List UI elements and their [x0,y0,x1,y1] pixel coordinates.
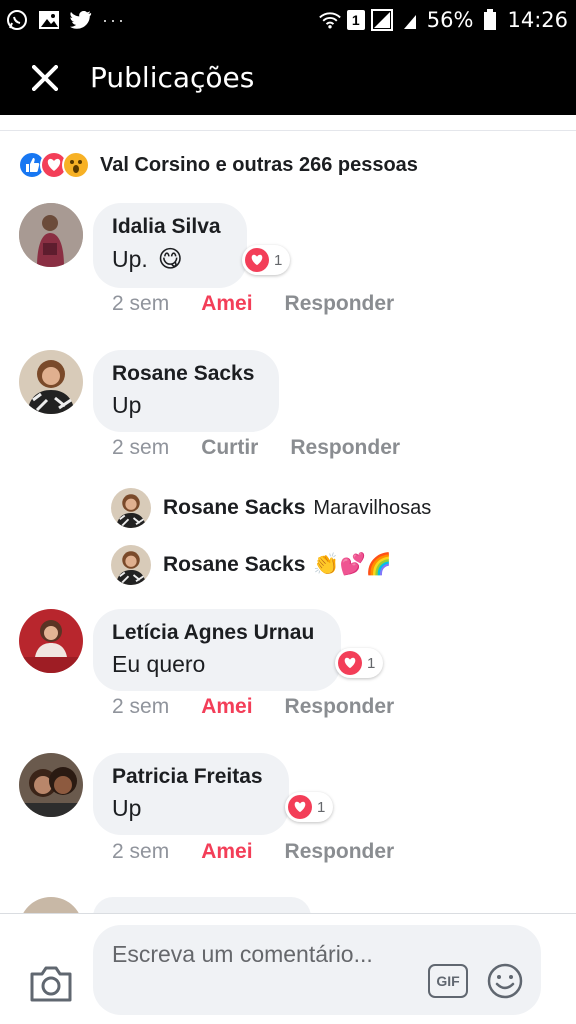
comment-reaction-badge[interactable]: 1 [242,245,291,275]
reaction-button[interactable]: Amei [201,292,252,316]
reply-author[interactable]: Rosane Sacks [163,553,305,577]
comment-composer: GIF [0,913,576,1024]
reply-author[interactable]: Rosane Sacks [163,496,305,520]
sim-badge-icon: 1 [346,10,365,30]
reply-item[interactable]: Rosane Sacks Maravilhosas [111,488,431,528]
clock: 14:26 [507,8,568,32]
comment-text: Eu quero [112,651,206,677]
emoji-button[interactable] [486,962,524,1000]
battery-percent: 56% [426,8,474,32]
comment-time: 2 sem [112,436,170,459]
reactions-summary[interactable]: Val Corsino e outras 266 pessoas [18,148,418,182]
avatar[interactable] [19,609,83,673]
comment-author[interactable]: Letícia Agnes Urnau [112,621,321,645]
comment-time: 2 sem [112,840,170,863]
wow-icon [62,151,90,179]
comment-author[interactable]: Patricia Freitas [112,765,269,789]
reply-text: Maravilhosas [313,496,432,519]
camera-icon [30,966,72,1002]
more-notifications-icon: ··· [102,9,126,30]
divider [0,130,576,131]
reaction-count: 1 [367,654,376,672]
camera-button[interactable] [28,964,74,1004]
sim-number: 1 [351,12,360,28]
reply-button[interactable]: Responder [285,840,395,864]
avatar[interactable] [111,488,151,528]
avatar[interactable] [19,350,83,414]
comment-input[interactable] [112,939,412,1005]
reply-button[interactable]: Responder [285,292,395,316]
comment-text: Up. [112,246,148,272]
love-icon [288,795,312,819]
gif-label: GIF [436,973,460,989]
comment-reaction-badge[interactable]: 1 [335,648,384,678]
reply-emoji: 👏💕🌈 [313,553,392,576]
comment-bubble[interactable]: Idalia Silva Up. 😋 [93,203,247,288]
reply-item[interactable]: Rosane Sacks 👏💕🌈 [111,545,392,585]
love-icon [245,248,269,272]
comment-bubble[interactable]: Letícia Agnes Urnau Eu quero [93,609,341,691]
yum-emoji: 😋 [157,246,183,273]
comment-time: 2 sem [112,292,170,315]
emoji-icon [487,963,523,999]
avatar[interactable] [19,203,83,267]
comment-text: Up [112,392,142,418]
signal-icon [370,9,393,31]
top-bar: Publicações [0,40,576,115]
reaction-button[interactable]: Amei [201,840,252,864]
close-button[interactable] [20,53,70,103]
reaction-button[interactable]: Amei [201,695,252,719]
signal-secondary-icon [399,9,421,31]
comment-bubble[interactable]: Rosane Sacks Up [93,350,279,432]
love-icon [338,651,362,675]
comment-time: 2 sem [112,695,170,718]
wifi-icon [318,9,341,31]
gif-button[interactable]: GIF [428,964,468,998]
comment-reaction-badge[interactable]: 1 [285,792,334,822]
reaction-count: 1 [274,251,283,269]
reply-button[interactable]: Responder [290,436,400,460]
battery-icon [479,9,501,31]
comment-bubble[interactable]: Patricia Freitas Up [93,753,289,835]
avatar[interactable] [19,753,83,817]
reaction-count: 1 [317,798,326,816]
page-title: Publicações [90,61,255,94]
reply-button[interactable]: Responder [285,695,395,719]
comment-author[interactable]: Rosane Sacks [112,362,259,386]
avatar[interactable] [111,545,151,585]
close-icon [32,64,58,91]
comment-input-container: GIF [93,925,541,1015]
gallery-icon [38,9,60,31]
comment-author[interactable]: Idalia Silva [112,215,227,239]
whatsapp-icon [6,9,28,31]
reactions-summary-text: Val Corsino e outras 266 pessoas [100,153,418,176]
reaction-button[interactable]: Curtir [201,436,258,460]
comment-text: Up [112,795,142,821]
twitter-icon [70,9,92,31]
status-bar: ··· 1 56% 14:26 [0,0,576,40]
